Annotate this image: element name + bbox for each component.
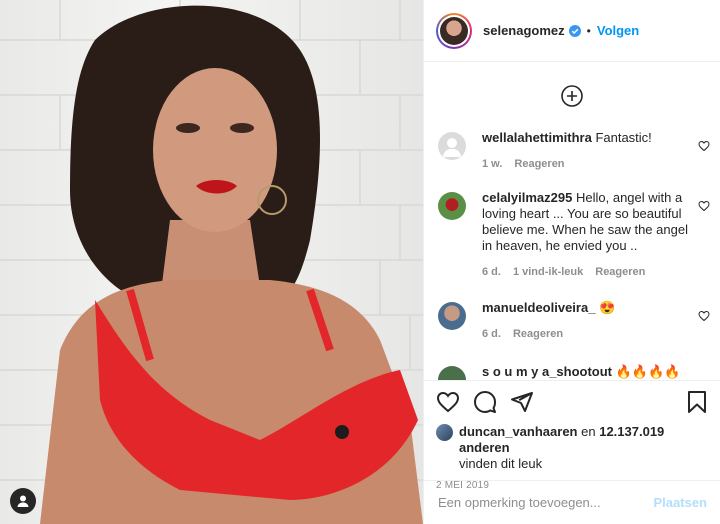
like-heart-icon[interactable] <box>436 390 460 414</box>
bookmark-icon[interactable] <box>685 390 709 414</box>
post-photo[interactable] <box>0 0 423 524</box>
post-sidebar: selenagomez • Volgen wellalahettimithra … <box>423 0 720 524</box>
comment-text: 🔥🔥🔥🔥 <box>615 364 681 379</box>
comment-username[interactable]: manueldeoliveira_ <box>482 300 595 315</box>
comment-time[interactable]: 1 w. <box>482 156 502 172</box>
comment-avatar[interactable] <box>438 132 466 160</box>
reply-button[interactable]: Reageren <box>513 326 563 342</box>
post-photo-illustration <box>0 0 423 524</box>
comment-avatar[interactable] <box>438 302 466 330</box>
comment-item: wellalahettimithra Fantastic! 1 w. Reage… <box>424 130 720 190</box>
separator-dot: • <box>586 23 591 38</box>
comment-input[interactable] <box>438 495 654 510</box>
tagged-users-button[interactable] <box>10 488 36 514</box>
action-icon-row <box>436 389 709 415</box>
plus-circle-icon <box>561 85 583 107</box>
likes-suffix: vinden dit leuk <box>459 456 543 471</box>
add-comment-bar: Plaatsen <box>424 480 720 524</box>
author-username[interactable]: selenagomez <box>483 23 565 38</box>
instagram-post: selenagomez • Volgen wellalahettimithra … <box>0 0 720 524</box>
comment-likes-count[interactable]: 1 vind-ik-leuk <box>513 264 583 280</box>
verified-badge-icon <box>568 24 581 37</box>
comment-username[interactable]: wellalahettimithra <box>482 130 592 145</box>
comment-like-heart-icon[interactable] <box>698 140 710 155</box>
comment-like-heart-icon[interactable] <box>698 200 710 215</box>
comment-avatar[interactable] <box>438 192 466 220</box>
comment-item: manueldeoliveira_ 😍 6 d. Reageren <box>424 300 720 364</box>
comment-text: Fantastic! <box>595 130 652 145</box>
comment-time[interactable]: 6 d. <box>482 264 501 280</box>
likes-summary: duncan_vanhaaren en 12.137.019 anderen v… <box>436 424 709 472</box>
comment-avatar[interactable] <box>438 366 466 380</box>
post-header: selenagomez • Volgen <box>424 0 720 62</box>
liker-avatar[interactable] <box>436 424 453 441</box>
comment-bubble-icon[interactable] <box>473 390 497 414</box>
post-actions: duncan_vanhaaren en 12.137.019 anderen v… <box>424 380 720 491</box>
comments-list[interactable]: wellalahettimithra Fantastic! 1 w. Reage… <box>424 62 720 380</box>
post-comment-button[interactable]: Plaatsen <box>654 495 707 510</box>
comment-username[interactable]: celalyilmaz295 <box>482 190 572 205</box>
author-avatar[interactable] <box>436 12 472 49</box>
user-icon <box>17 495 29 507</box>
share-paper-plane-icon[interactable] <box>510 390 534 414</box>
reply-button[interactable]: Reageren <box>514 156 564 172</box>
comment-username[interactable]: s o u m y a_shootout <box>482 364 612 379</box>
comment-item: s o u m y a_shootout 🔥🔥🔥🔥 <box>424 364 720 380</box>
comment-item: celalyilmaz295 Hello, angel with a lovin… <box>424 190 720 300</box>
comment-like-heart-icon[interactable] <box>698 310 710 325</box>
reply-button[interactable]: Reageren <box>595 264 645 280</box>
liker-username[interactable]: duncan_vanhaaren <box>459 424 578 439</box>
follow-button[interactable]: Volgen <box>597 23 639 38</box>
likes-connector: en <box>581 424 596 439</box>
comment-text: 😍 <box>599 300 616 315</box>
load-more-comments-button[interactable] <box>424 62 720 130</box>
comment-time[interactable]: 6 d. <box>482 326 501 342</box>
